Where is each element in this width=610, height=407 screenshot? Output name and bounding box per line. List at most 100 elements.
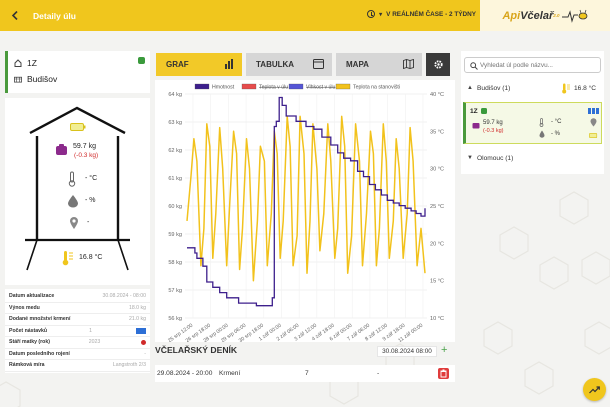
card-weight: 59.7 kg: [483, 120, 503, 126]
diary-row-amount: 7: [305, 370, 309, 377]
legend-label: Teplota v úlu: [259, 85, 288, 91]
gear-icon: [433, 60, 443, 69]
tab-mapa[interactable]: MAPA: [336, 53, 422, 76]
outside-temp-value: 16.8 °C: [79, 254, 103, 261]
hive-card-1z[interactable]: 1Z 59.7 kg (-0.3 kg) - °C - %: [463, 102, 602, 144]
hive-info-list: Datum aktualizace 30.08.2024 - 08:00 Výnos…: [5, 289, 150, 373]
weight-series-line: [187, 96, 426, 307]
outside-temp-icon: [562, 83, 570, 94]
logo-version: 2.0: [553, 13, 560, 18]
tab-mapa-label: MAPA: [346, 60, 369, 69]
trash-icon: [440, 369, 447, 378]
info-value: 1: [89, 327, 92, 334]
trend-icon: [589, 385, 600, 393]
search-box: [464, 57, 601, 73]
back-button[interactable]: [3, 11, 27, 20]
time-range-button[interactable]: ▾ V REÁLNÉM ČASE - 2 TÝDNY: [367, 10, 476, 18]
chevron-up-icon: ▲: [467, 85, 473, 91]
info-row: Dodané množství krmení 21.0 kg: [5, 314, 150, 326]
info-row: Počet nástavků 1: [5, 326, 150, 337]
y-left-tick: 59 kg: [168, 232, 182, 238]
card-bee-icon: [481, 108, 487, 114]
card-signal-icon: [588, 108, 599, 114]
y-right-tick: 25 °C: [430, 204, 444, 210]
y-right-tick: 30 °C: [430, 167, 444, 173]
legend-swatch: [335, 83, 351, 90]
diary-date-button[interactable]: 30.08.2024 08:00: [377, 346, 437, 357]
legend-swatch: [194, 83, 210, 90]
y-left-tick: 61 kg: [168, 176, 182, 182]
hive-name-row: 1Z: [8, 55, 150, 71]
tab-tabulka[interactable]: TABULKA: [246, 53, 332, 76]
hive-location-row: Budišov: [8, 71, 150, 87]
delete-entry-button[interactable]: [438, 368, 449, 379]
info-row: Rámková míra Langstroth 2/3: [5, 360, 150, 372]
y-right-tick: 10 °C: [430, 316, 444, 322]
location-pin-icon: [70, 217, 78, 229]
apiary-icon: [14, 76, 22, 83]
search-input[interactable]: [480, 61, 590, 69]
group-budisov-temp: 16.8 °C: [574, 84, 597, 92]
card-weight-icon: [472, 123, 480, 129]
legend-label: Vlhkost v úlu: [306, 85, 336, 91]
temperature-series-line: [186, 115, 426, 282]
chevron-down-icon: ▾: [379, 11, 383, 18]
y-right-tick: 40 °C: [430, 92, 444, 98]
home-icon: [14, 59, 22, 67]
y-left-tick: 60 kg: [168, 204, 182, 210]
group-budisov[interactable]: ▲ Budišov (1) 16.8 °C: [461, 80, 604, 96]
heartbeat-bee-icon: [561, 9, 587, 23]
group-olomouc-label: Olomouc (1): [477, 154, 514, 162]
info-value: Langstroth 2/3: [112, 362, 146, 369]
info-value: 30.08.2024 - 08:00: [102, 293, 146, 300]
chart-settings-button[interactable]: [426, 53, 450, 76]
weight-value: 59.7 kg: [73, 143, 96, 150]
info-label: Rámková míra: [9, 362, 45, 369]
y-right-tick: 35 °C: [430, 129, 444, 135]
y-right-tick: 15 °C: [430, 279, 444, 285]
time-range-label: V REÁLNÉM ČASE - 2 TÝDNY: [386, 10, 476, 18]
logo-text-vcelar: Včelař: [520, 9, 554, 22]
thermometer-icon: [68, 171, 76, 187]
app-logo: Api Včelař 2.0: [480, 0, 610, 31]
info-value: -: [144, 350, 146, 357]
y-left-tick: 57 kg: [168, 288, 182, 294]
diary-row-note: -: [377, 370, 380, 377]
tab-graf[interactable]: GRAF: [156, 53, 242, 76]
add-diary-entry-button[interactable]: +: [441, 344, 447, 356]
page-title: Detaily úlu: [33, 10, 76, 21]
y-left-tick: 56 kg: [168, 316, 182, 322]
chevron-down-icon: ▼: [467, 155, 473, 161]
card-thermometer-icon: [539, 118, 544, 127]
trend-fab-button[interactable]: [583, 378, 606, 401]
frame-count-icon: [135, 327, 146, 334]
map-icon: [403, 59, 414, 69]
hive-name: 1Z: [27, 58, 37, 68]
card-battery-icon: [589, 133, 598, 138]
info-label: Výnos medu: [9, 304, 40, 311]
hive-list-panel: ▲ Budišov (1) 16.8 °C 1Z 59.7 kg (-0.3 k…: [461, 51, 604, 174]
info-row: Datum posledního rojení -: [5, 349, 150, 360]
hive-chart: 64 kg 63 kg 62 kg 61 kg 60 kg 59 kg 58 kg 57 kg…: [167, 83, 444, 344]
humidity-value: - %: [85, 197, 96, 204]
gps-value: -: [87, 219, 90, 226]
queen-marker-icon: [141, 339, 146, 345]
info-value: 18.0 kg: [128, 304, 146, 311]
card-humidity: - %: [551, 131, 560, 137]
y-left-tick: 58 kg: [168, 260, 182, 266]
group-olomouc[interactable]: ▼ Olomouc (1): [461, 150, 604, 166]
chart-area: 64 kg 63 kg 62 kg 61 kg 60 kg 59 kg 58 kg 57 kg…: [155, 80, 455, 344]
hive-header-card: 1Z Budišov: [5, 51, 150, 93]
info-value: 21.0 kg: [128, 316, 146, 323]
info-label: Datum posledního rojení: [9, 350, 70, 357]
info-row: Výnos medu 18.0 kg: [5, 303, 150, 314]
diary-row[interactable]: 29.08.2024 - 20:00 Krmení 7 -: [155, 365, 455, 382]
legend-swatch: [288, 83, 304, 90]
diary-row-type: Krmení: [219, 370, 241, 377]
weight-change: (-0.3 kg): [74, 152, 99, 159]
diary-title: VČELAŘSKÝ DENÍK: [155, 345, 238, 355]
bee-status-icon: [138, 57, 145, 64]
card-weight-change: (-0.3 kg): [483, 128, 504, 134]
chevron-left-icon: [11, 11, 18, 20]
legend-label: Hmotnost: [212, 85, 235, 91]
